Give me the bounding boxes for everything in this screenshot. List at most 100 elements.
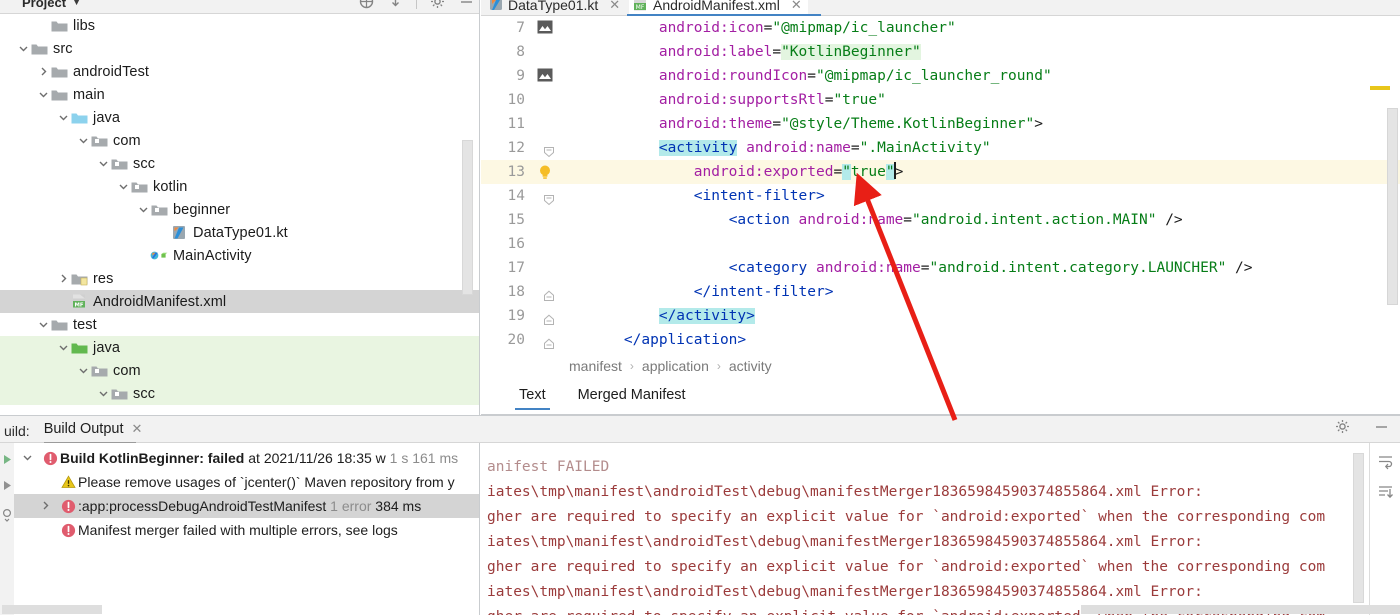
code-text: android:supportsRtl="true" (589, 88, 886, 112)
chevron-down-icon[interactable] (14, 450, 40, 466)
code-line[interactable]: 12 <activity android:name=".MainActivity… (481, 136, 1400, 160)
build-header-toolbar (1334, 418, 1390, 435)
chevron-down-icon[interactable] (36, 319, 50, 330)
image-icon[interactable] (537, 20, 553, 34)
soft-wrap-icon[interactable] (1377, 453, 1394, 470)
project-panel-title[interactable]: Project (0, 0, 66, 9)
code-line[interactable]: 11 android:theme="@style/Theme.KotlinBeg… (481, 112, 1400, 136)
filter-icon[interactable] (2, 508, 13, 525)
breadcrumb-item-manifest[interactable]: manifest (569, 358, 622, 374)
locate-icon[interactable] (358, 0, 375, 10)
tree-item-com[interactable]: com (0, 359, 479, 382)
image-icon[interactable] (537, 68, 553, 82)
code-token: android:exported (693, 164, 834, 180)
tree-item-label: com (113, 132, 141, 149)
rerun-icon[interactable] (2, 479, 13, 494)
code-text: <activity android:name=".MainActivity" (589, 136, 991, 160)
build-tree-row[interactable]: Please remove usages of `jcenter()` Mave… (14, 470, 479, 494)
gutter-warning-marker[interactable] (1370, 86, 1390, 90)
build-tree-row[interactable]: Manifest merger failed with multiple err… (14, 518, 479, 542)
chevron-right-icon[interactable] (56, 273, 70, 284)
tree-item-androidtest[interactable]: androidTest (0, 60, 479, 83)
build-log-scrollbar[interactable] (1353, 453, 1364, 603)
folder-source-icon (70, 111, 88, 125)
fold-close-icon[interactable] (543, 334, 555, 349)
breadcrumb-item-application[interactable]: application (642, 358, 709, 374)
chevron-down-icon[interactable] (96, 388, 110, 399)
tree-item-mainactivity[interactable]: MainActivity (0, 244, 479, 267)
tree-item-com[interactable]: com (0, 129, 479, 152)
build-tree-row[interactable]: Build KotlinBeginner: failed at 2021/11/… (14, 446, 479, 470)
editor-tab-datatype01[interactable]: DataType01.kt ✕ (489, 0, 620, 15)
code-token: ".MainActivity" (859, 140, 991, 156)
editor-scrollbar[interactable] (1387, 108, 1398, 305)
project-scrollbar[interactable] (462, 140, 473, 295)
code-line[interactable]: 16 (481, 232, 1400, 256)
settings-icon[interactable] (429, 0, 446, 10)
chevron-down-icon[interactable] (76, 135, 90, 146)
tree-item-beginner[interactable]: beginner (0, 198, 479, 221)
chevron-down-icon[interactable] (76, 365, 90, 376)
chevron-down-icon[interactable] (96, 158, 110, 169)
tree-item-test[interactable]: test (0, 313, 479, 336)
editor-bottom-tab-merged-manifest[interactable]: Merged Manifest (566, 382, 698, 412)
build-tree-row[interactable]: :app:processDebugAndroidTestManifest 1 e… (14, 494, 479, 518)
close-icon[interactable]: ✕ (609, 0, 620, 13)
tree-item-scc[interactable]: scc (0, 152, 479, 175)
tree-item-java[interactable]: java (0, 336, 479, 359)
settings-icon[interactable] (1334, 418, 1351, 435)
project-tree[interactable]: libs src androidTest main java com scc kotlin be… (0, 14, 479, 415)
code-line[interactable]: 9 android:roundIcon="@mipmap/ic_launcher… (481, 64, 1400, 88)
tree-item-libs[interactable]: libs (0, 14, 479, 37)
tree-item-kotlin[interactable]: kotlin (0, 175, 479, 198)
tree-item-src[interactable]: src (0, 37, 479, 60)
collapse-all-icon[interactable] (387, 0, 404, 10)
code-line[interactable]: 13 android:exported="true"> (481, 160, 1400, 184)
code-line[interactable]: 18 </intent-filter> (481, 280, 1400, 304)
code-line[interactable]: 15 <action android:name="android.intent.… (481, 208, 1400, 232)
code-line[interactable]: 17 <category android:name="android.inten… (481, 256, 1400, 280)
code-line[interactable]: 20 </application> (481, 328, 1400, 349)
breadcrumb-item-activity[interactable]: activity (729, 358, 772, 374)
chevron-down-icon[interactable] (116, 181, 130, 192)
tree-item-main[interactable]: main (0, 83, 479, 106)
build-log-text[interactable]: anifest FAILED iates\tmp\manifest\android… (481, 455, 1400, 615)
chevron-down-icon[interactable] (56, 342, 70, 353)
minimize-icon[interactable] (458, 0, 475, 10)
close-icon[interactable]: ✕ (791, 0, 802, 13)
chevron-down-icon[interactable]: ▼ (72, 0, 81, 7)
build-row-label: Manifest merger failed with multiple err… (78, 522, 398, 538)
chevron-down-icon[interactable] (16, 43, 30, 54)
code-line[interactable]: 7 android:icon="@mipmap/ic_launcher" (481, 16, 1400, 40)
chevron-down-icon[interactable] (56, 112, 70, 123)
editor-bottom-tabs[interactable]: Text Merged Manifest (481, 379, 1400, 415)
line-number: 18 (507, 284, 525, 300)
run-icon[interactable] (2, 453, 13, 468)
build-output-tree[interactable]: Build KotlinBeginner: failed at 2021/11/… (14, 446, 479, 542)
chevron-right-icon[interactable] (36, 66, 50, 77)
editor-bottom-tab-text[interactable]: Text (507, 382, 558, 412)
breadcrumb[interactable]: manifest › application › activity (481, 352, 1400, 379)
build-output-tab[interactable]: Build Output ✕ (43, 421, 143, 444)
chevron-right-icon[interactable] (32, 498, 58, 514)
bulb-icon[interactable] (537, 164, 553, 182)
code-line[interactable]: 8 android:label="KotlinBeginner" (481, 40, 1400, 64)
tree-item-scc[interactable]: scc (0, 382, 479, 405)
tree-item-datatype01-kt[interactable]: DataType01.kt (0, 221, 479, 244)
chevron-down-icon[interactable] (36, 89, 50, 100)
chevron-down-icon[interactable] (136, 204, 150, 215)
tree-item-java[interactable]: java (0, 106, 479, 129)
build-log-hscrollbar[interactable] (1081, 605, 1400, 614)
close-icon[interactable]: ✕ (132, 421, 143, 437)
build-tree-hscrollbar[interactable] (2, 605, 102, 614)
scroll-to-end-icon[interactable] (1377, 484, 1394, 501)
minimize-icon[interactable] (1373, 418, 1390, 435)
code-line[interactable]: 14 <intent-filter> (481, 184, 1400, 208)
code-text: <category android:name="android.intent.c… (589, 256, 1253, 280)
code-editor[interactable]: 7 android:icon="@mipmap/ic_launcher" 8 an… (481, 16, 1400, 349)
tree-item-androidmanifest-xml[interactable]: MF AndroidManifest.xml (0, 290, 479, 313)
code-line[interactable]: 10 android:supportsRtl="true" (481, 88, 1400, 112)
code-line[interactable]: 19 </activity> (481, 304, 1400, 328)
tree-item-res[interactable]: res (0, 267, 479, 290)
